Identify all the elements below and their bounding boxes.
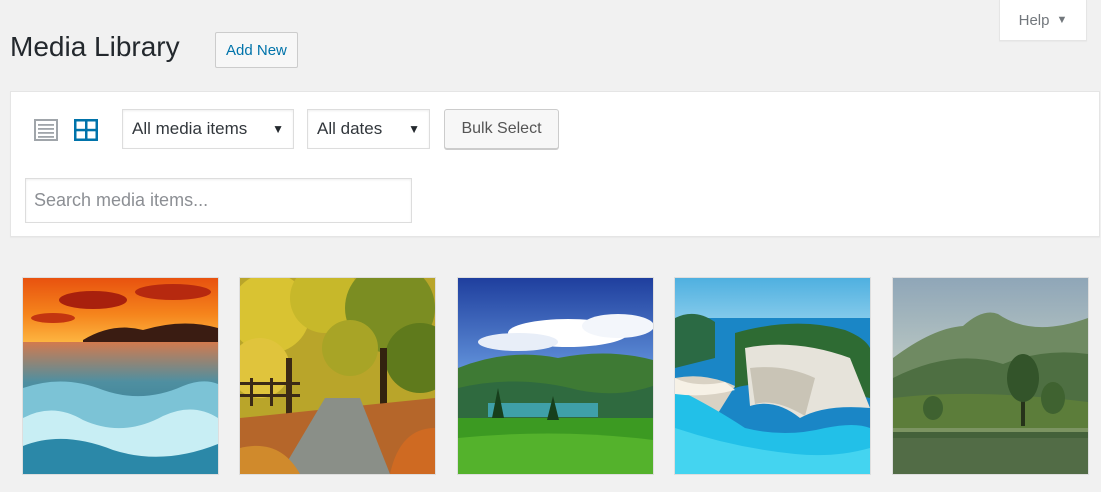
media-type-filter[interactable]: All media items ▼: [122, 109, 294, 149]
date-filter-value: All dates: [317, 119, 383, 138]
media-item-thumbnail[interactable]: [675, 278, 870, 474]
caret-down-icon: ▼: [1056, 14, 1068, 26]
caret-down-icon: ▼: [408, 122, 420, 136]
search-input[interactable]: [25, 178, 412, 223]
media-toolbar: All media items ▼ All dates ▼ Bulk Selec…: [10, 91, 1100, 237]
grid-view-icon[interactable]: [74, 119, 98, 141]
media-item-thumbnail[interactable]: [23, 278, 218, 474]
media-item-thumbnail[interactable]: [458, 278, 653, 474]
caret-down-icon: ▼: [272, 122, 284, 136]
media-type-filter-value: All media items: [132, 119, 248, 138]
list-view-icon[interactable]: [34, 119, 58, 141]
media-item-thumbnail[interactable]: [893, 278, 1088, 474]
add-new-button[interactable]: Add New: [215, 32, 298, 68]
bulk-select-button[interactable]: Bulk Select: [444, 109, 559, 149]
page-title: Media Library: [10, 31, 180, 62]
help-label: Help: [1018, 11, 1050, 29]
help-tab[interactable]: Help ▼: [999, 0, 1087, 41]
date-filter[interactable]: All dates ▼: [307, 109, 430, 149]
media-item-thumbnail[interactable]: [240, 278, 435, 474]
